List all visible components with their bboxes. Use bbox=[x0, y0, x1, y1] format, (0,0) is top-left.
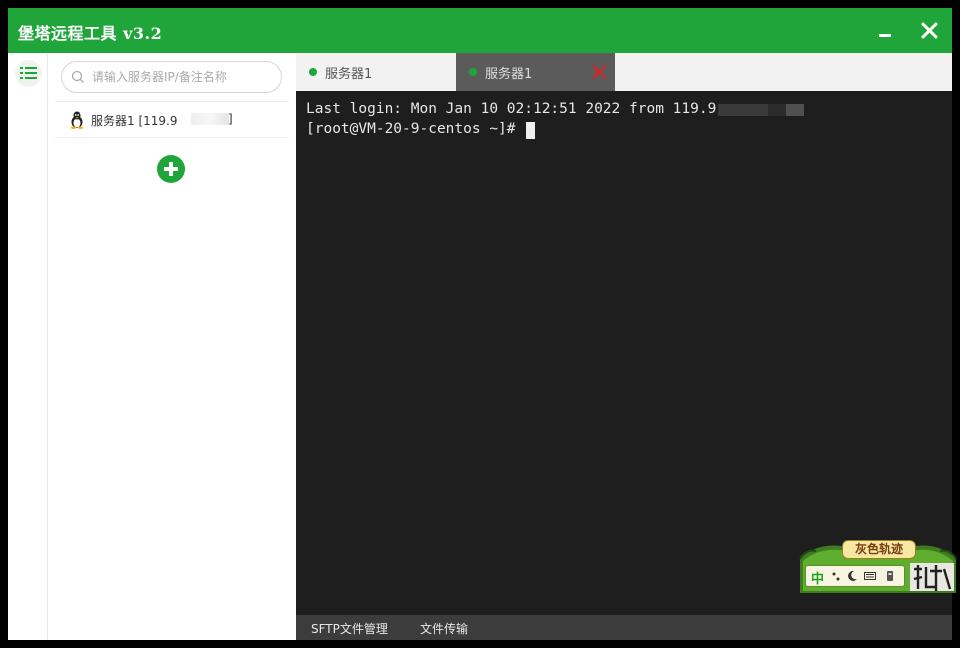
server-list-item[interactable]: 服务器1 [119.9 ] bbox=[55, 102, 289, 138]
ime-brand-logo bbox=[913, 565, 952, 591]
server-name: 服务器1 [119.9 bbox=[91, 114, 178, 128]
masked-ip bbox=[191, 113, 229, 125]
server-panel: 服务器1 [119.9 ] bbox=[48, 53, 296, 640]
search-icon bbox=[71, 70, 84, 83]
server-list: 服务器1 [119.9 ] bbox=[55, 101, 289, 138]
sftp-file-manager-button[interactable]: SFTP文件管理 bbox=[311, 620, 388, 637]
left-rail bbox=[8, 53, 48, 640]
terminal-cursor bbox=[526, 122, 535, 139]
masked-ip bbox=[768, 104, 786, 116]
list-icon bbox=[20, 67, 37, 79]
window-title: 堡塔远程工具 v3.2 bbox=[18, 24, 163, 43]
tab-label: 服务器1 bbox=[325, 67, 373, 82]
title-bar[interactable]: 堡塔远程工具 v3.2 bbox=[8, 8, 952, 53]
terminal-prompt: [root@VM-20-9-centos ~]# bbox=[306, 121, 525, 137]
file-transfer-button[interactable]: 文件传输 bbox=[420, 620, 468, 637]
server-name-suffix: ] bbox=[228, 112, 233, 126]
tab-server-1-active[interactable]: 服务器1 bbox=[456, 53, 615, 91]
keyboard-icon[interactable] bbox=[864, 570, 876, 582]
tab-bar: 服务器1 服务器1 bbox=[296, 53, 952, 91]
punctuation-icon[interactable] bbox=[830, 570, 842, 582]
close-tab-icon[interactable] bbox=[591, 64, 607, 80]
ime-toolbar[interactable]: 灰色轨迹 中 bbox=[798, 537, 958, 595]
ime-language-toggle[interactable]: 中 bbox=[811, 568, 824, 587]
close-icon[interactable] bbox=[914, 16, 944, 46]
masked-ip bbox=[718, 104, 768, 116]
status-dot bbox=[469, 68, 477, 76]
search-box[interactable] bbox=[61, 61, 282, 93]
status-dot bbox=[309, 68, 317, 76]
linux-tux-icon bbox=[70, 111, 84, 129]
masked-ip bbox=[786, 104, 804, 116]
bottom-bar: SFTP文件管理 文件传输 bbox=[296, 615, 952, 640]
settings-icon[interactable] bbox=[884, 570, 896, 582]
terminal-line: Last login: Mon Jan 10 02:12:51 2022 fro… bbox=[306, 101, 717, 117]
tab-label: 服务器1 bbox=[485, 67, 533, 82]
ime-skin-title: 灰色轨迹 bbox=[842, 540, 916, 559]
add-server-button[interactable] bbox=[157, 155, 185, 183]
search-input[interactable] bbox=[92, 67, 277, 87]
moon-icon[interactable] bbox=[846, 570, 858, 582]
tab-server-1[interactable]: 服务器1 bbox=[296, 53, 456, 91]
minimize-icon[interactable] bbox=[870, 16, 900, 46]
ime-status-bar[interactable]: 中 bbox=[805, 565, 905, 587]
menu-button[interactable] bbox=[15, 60, 42, 87]
